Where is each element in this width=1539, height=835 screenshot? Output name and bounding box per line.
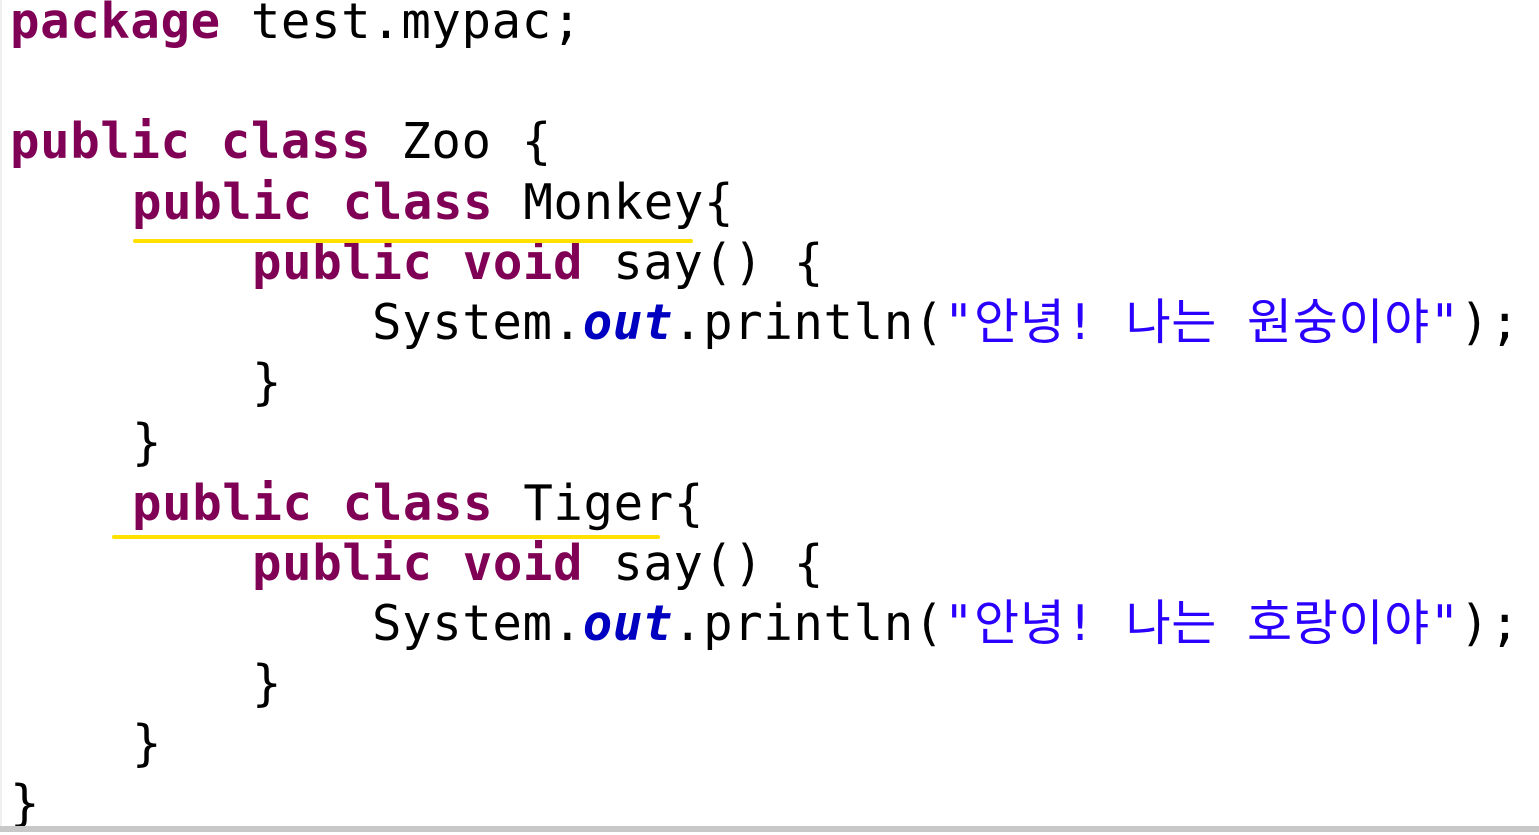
annotation-underline-monkey [133, 239, 693, 243]
code-line-close-brace: } [10, 413, 1520, 473]
class-name: Zoo { [371, 113, 552, 171]
brace: } [132, 414, 163, 472]
static-field: out [582, 594, 674, 652]
code-line-println: System.out.println("안녕! 나는 호랑이야"); [10, 594, 1520, 654]
keyword: public [132, 474, 313, 532]
brace: } [10, 775, 41, 833]
class-ref: System. [372, 293, 583, 351]
keyword: package [10, 0, 221, 50]
keyword: public [10, 113, 191, 171]
code-line-method-say: public void say() { [10, 534, 1520, 594]
code-text[interactable]: package test.mypac; public class Zoo {pub… [10, 0, 1520, 835]
code-line-class-monkey: public class Monkey{ [10, 173, 1520, 233]
code-line-close-brace: } [10, 654, 1520, 714]
code-line-close-brace: } [10, 714, 1520, 774]
class-ref: System. [372, 594, 583, 652]
editor-bottom-border [0, 826, 1539, 832]
brace: } [252, 354, 283, 412]
keyword: void [462, 534, 584, 592]
keyword: public [252, 534, 433, 592]
code-line-class-zoo: public class Zoo { [10, 112, 1520, 172]
code-line-package: package test.mypac; [10, 0, 1520, 52]
brace: } [252, 655, 283, 713]
static-field: out [582, 293, 674, 351]
code-line-class-tiger: public class Tiger{ [10, 474, 1520, 534]
annotation-underline-tiger [112, 535, 660, 539]
string-literal: "안녕! 나는 원숭이야" [943, 293, 1460, 351]
class-name: Tiger{ [493, 474, 704, 532]
keyword: public [132, 173, 313, 231]
keyword: class [220, 113, 372, 171]
code-editor[interactable]: package test.mypac; public class Zoo {pub… [0, 0, 1539, 832]
method-call: .println( [673, 293, 944, 351]
string-literal: "안녕! 나는 호랑이야" [943, 594, 1460, 652]
call-end: ); [1459, 293, 1521, 351]
keyword: class [342, 173, 494, 231]
class-name: Monkey{ [493, 173, 735, 231]
keyword: class [342, 474, 494, 532]
brace: } [132, 715, 163, 773]
package-name: test.mypac; [220, 0, 582, 50]
method-call: .println( [673, 594, 944, 652]
code-line-close-brace: } [10, 353, 1520, 413]
call-end: ); [1459, 594, 1521, 652]
code-line-println: System.out.println("안녕! 나는 원숭이야"); [10, 293, 1520, 353]
method-signature: say() { [583, 534, 824, 592]
